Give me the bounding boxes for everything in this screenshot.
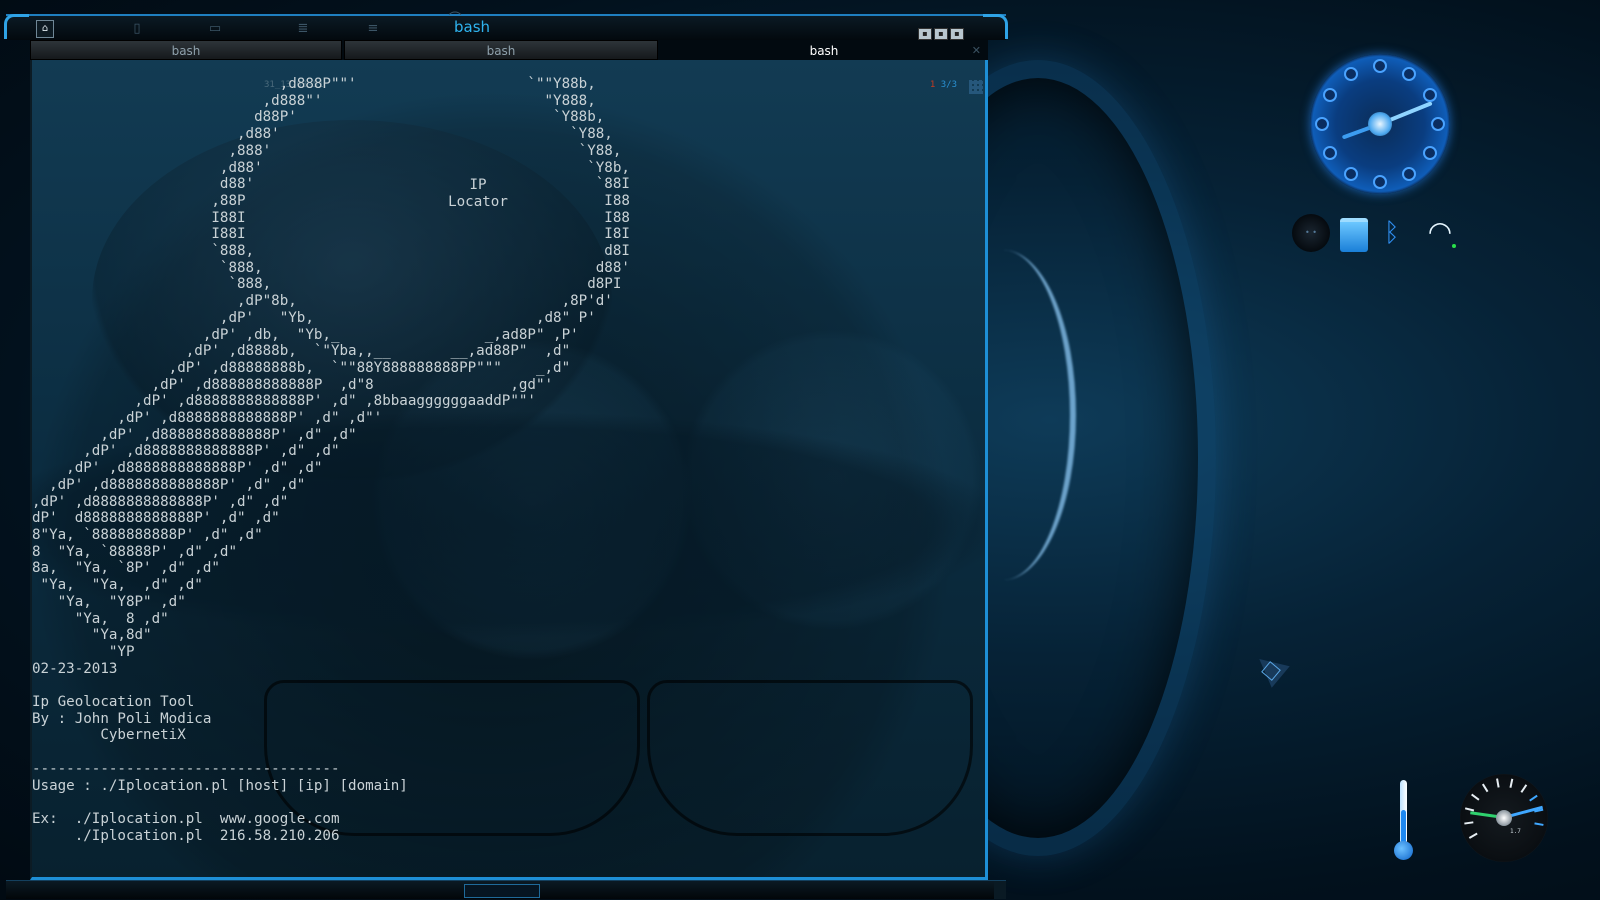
gauge-tick	[1481, 783, 1489, 793]
tab-indicator: 1 3/3	[930, 80, 957, 90]
tab-bash-3-label: bash	[809, 44, 839, 58]
clock-center-icon	[1368, 112, 1392, 136]
terminal-app-icon[interactable]: ⌂	[36, 20, 54, 38]
clock-hour-marker	[1322, 88, 1337, 102]
ascii-banner-title: IP Locator	[438, 177, 518, 210]
thermometer-widget[interactable]	[1394, 780, 1414, 860]
date-line: 02-23-2013	[32, 660, 118, 677]
grid-icon[interactable]	[969, 80, 983, 94]
close-button[interactable]: ▪	[950, 28, 964, 40]
clock-hour-marker	[1402, 167, 1416, 182]
separator-line: ------------------------------------	[32, 760, 340, 777]
window-titlebar[interactable]: ⌂ ▯ ▭ ≣ ≡ ⌒ bash ▪ ▪ ▪	[4, 12, 1008, 40]
clock-hour-marker	[1423, 146, 1438, 160]
gauge-tick	[1496, 778, 1500, 788]
titlebar-corner-left	[4, 14, 29, 39]
maximize-button[interactable]: ▪	[934, 28, 948, 40]
usage-line: Usage : ./Iplocation.pl [host] [ip] [dom…	[32, 777, 408, 794]
wifi-status-dot	[1452, 244, 1456, 248]
terminal-window: ⌂ ▯ ▭ ≣ ≡ ⌒ bash ▪ ▪ ▪ bash bash bash ✕ …	[4, 12, 1008, 900]
wallpaper-glasses-right	[647, 680, 973, 836]
tab-bash-3[interactable]: bash ✕	[660, 40, 988, 60]
example-line-1: Ex: ./Iplocation.pl www.google.com	[32, 810, 340, 827]
tool-name: Ip Geolocation Tool	[32, 694, 195, 711]
terminal-output: ,d888P""' `""Y88b, ,d888"' "Y888, d88P' …	[32, 76, 630, 844]
stack-launcher-icon[interactable]: ≡	[362, 19, 384, 39]
tab-bar: bash bash bash ✕	[30, 40, 988, 60]
clipboard-icon[interactable]	[1340, 218, 1368, 252]
files-launcher-icon[interactable]: ▯	[126, 19, 148, 39]
tab-bash-1[interactable]: bash	[30, 40, 342, 60]
clock-hour-marker	[1315, 117, 1329, 131]
clock-hour-marker	[1423, 88, 1438, 102]
tab-indicator-right: 3/3	[940, 80, 957, 90]
clock-hour-marker	[1322, 146, 1337, 160]
example-line-2: ./Iplocation.pl 216.58.210.206	[32, 827, 340, 844]
team-line: CybernetiX	[100, 727, 186, 744]
clock-hour-marker	[1373, 175, 1387, 189]
terminal-launcher-icon[interactable]: ▭	[204, 19, 226, 39]
gauge-tick	[1509, 778, 1514, 788]
gauge-tick	[1520, 784, 1528, 793]
horizontal-scrollbar[interactable]	[6, 880, 1006, 899]
gauge-tick	[1529, 794, 1538, 802]
camera-sensor-icon[interactable]: • •	[1292, 214, 1330, 252]
clock-hour-marker	[1373, 59, 1387, 73]
tab-indicator-left: 1	[929, 80, 936, 90]
clock-hour-marker	[1402, 66, 1416, 81]
gauge-hub	[1496, 810, 1512, 826]
gauge-tick	[1468, 832, 1478, 839]
window-title: bash	[454, 18, 491, 36]
gauge-tick	[1464, 821, 1474, 825]
banner-title-locator: Locator	[448, 193, 508, 210]
terminal-viewport[interactable]: 31_13-03-51 1 3/3 ,d888P""' `""Y88b, ,d8…	[30, 60, 988, 880]
ascii-art: ,d888P""' `""Y88b, ,d888"' "Y888, d88P' …	[32, 76, 630, 660]
minimize-button[interactable]: ▪	[918, 28, 932, 40]
titlebar-corner-right	[983, 14, 1008, 39]
docs-launcher-icon[interactable]: ≣	[292, 19, 314, 39]
gauge-readout: 1.7	[1510, 828, 1521, 835]
tab-bash-2[interactable]: bash	[344, 40, 658, 60]
tab-close-icon[interactable]: ✕	[972, 45, 981, 57]
analog-clock-widget[interactable]	[1310, 54, 1450, 194]
clock-hour-marker	[1344, 167, 1358, 182]
thermometer-bulb	[1394, 841, 1413, 860]
resize-grip[interactable]	[994, 881, 1006, 899]
clock-hour-marker	[1431, 117, 1445, 131]
cpu-gauge-widget[interactable]: 1.7	[1460, 774, 1548, 862]
clock-hour-marker	[1344, 66, 1358, 81]
gauge-tick	[1534, 822, 1544, 826]
scrollbar-thumb[interactable]	[464, 884, 540, 898]
bluetooth-icon[interactable]: ᛒ	[1384, 216, 1400, 250]
gauge-tick	[1471, 793, 1480, 801]
author-line: By : John Poli Modica	[32, 710, 212, 727]
banner-title-ip: IP	[469, 177, 487, 193]
